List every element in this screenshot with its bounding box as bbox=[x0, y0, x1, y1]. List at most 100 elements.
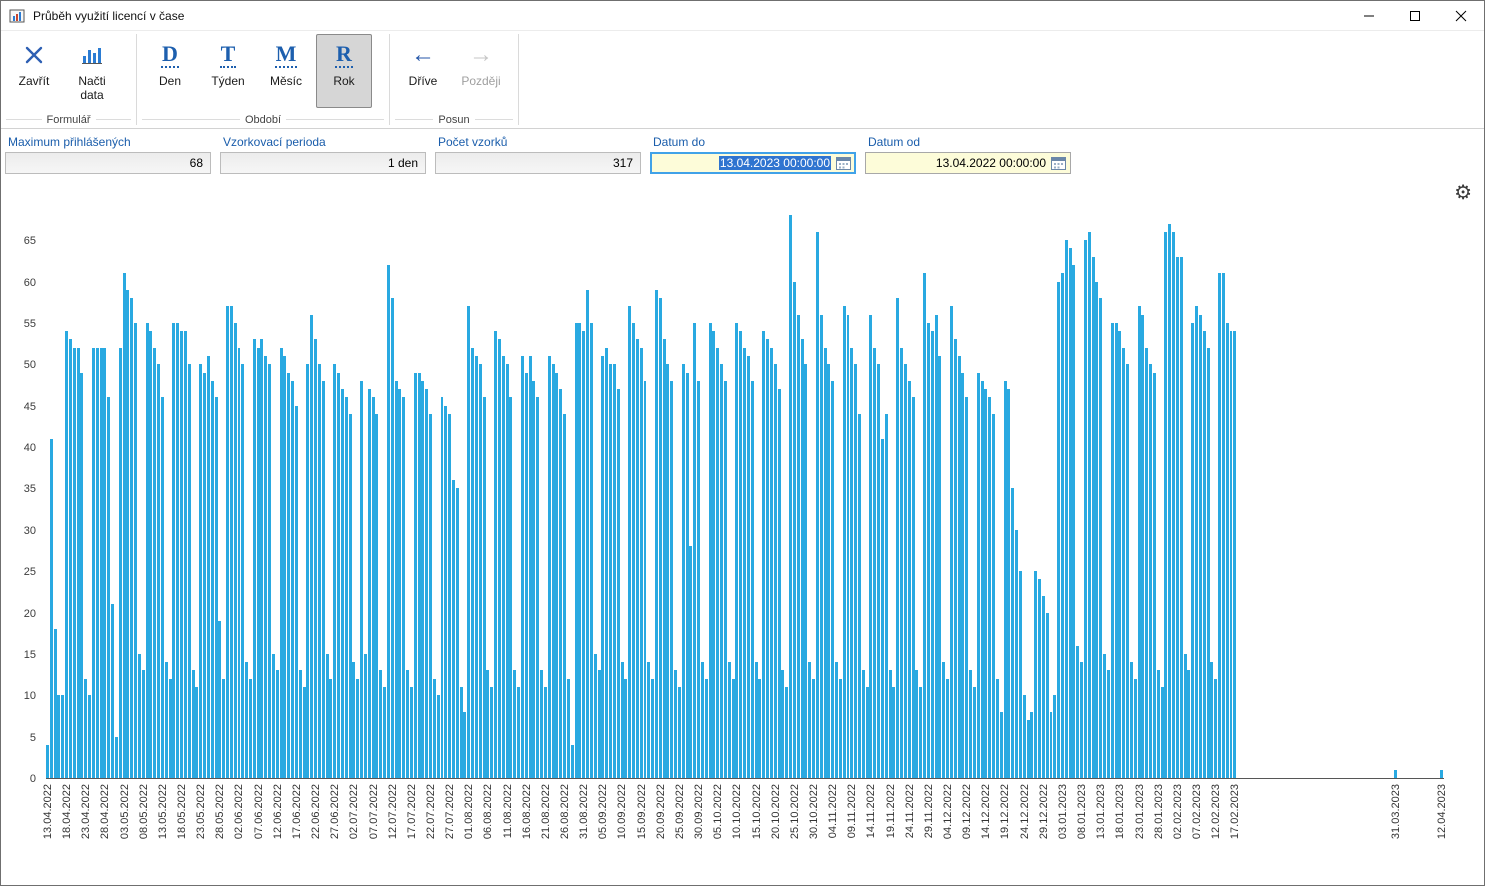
chart-bar bbox=[1164, 231, 1168, 778]
chart-bar bbox=[689, 546, 693, 778]
chart-bar bbox=[746, 356, 750, 778]
x-axis-tick-label: 07.02.2023 bbox=[1191, 784, 1203, 840]
x-axis-tick-label: 25.10.2022 bbox=[788, 784, 801, 840]
chart-bar bbox=[363, 653, 367, 778]
maximize-button[interactable] bbox=[1392, 1, 1438, 30]
period-year-button[interactable]: R Rok bbox=[316, 34, 372, 108]
toolbar-group-posun: ← Dříve → Později Posun bbox=[390, 31, 518, 128]
chart-bar bbox=[616, 389, 620, 778]
chart-bar bbox=[329, 678, 333, 778]
calendar-icon[interactable] bbox=[1050, 155, 1067, 172]
chart-bar bbox=[61, 695, 65, 778]
x-axis-tick-label: 12.06.2022 bbox=[271, 784, 284, 840]
chart-bar bbox=[1440, 769, 1444, 778]
chart-bar bbox=[762, 331, 766, 778]
x-axis-tick-label: 28.04.2022 bbox=[99, 784, 112, 840]
chart-bar bbox=[677, 687, 681, 778]
chart-bar bbox=[356, 678, 360, 778]
earlier-button[interactable]: ← Dříve bbox=[395, 34, 451, 108]
y-axis-tick-label: 60 bbox=[23, 276, 36, 289]
chart-bar bbox=[325, 653, 329, 778]
chart-bar bbox=[275, 670, 279, 778]
chart-bar bbox=[1206, 347, 1210, 778]
field-label: Datum do bbox=[653, 135, 706, 149]
period-week-button[interactable]: T Týden bbox=[200, 34, 256, 108]
chart-bar bbox=[1110, 322, 1114, 778]
chart-bar bbox=[451, 480, 455, 778]
letter-t-icon: T bbox=[219, 40, 237, 68]
chart-bar bbox=[566, 678, 570, 778]
chart-bar bbox=[390, 298, 394, 778]
chart-bar bbox=[903, 364, 907, 778]
x-axis-tick-label: 13.04.2022 bbox=[41, 784, 54, 840]
x-axis-tick-label: 02.02.2023 bbox=[1171, 784, 1184, 840]
chart-bar bbox=[639, 347, 643, 778]
chart-bar bbox=[827, 364, 831, 778]
perioda-value-box: 1 den bbox=[220, 152, 426, 174]
chart-bar bbox=[1187, 670, 1191, 778]
chart-bar bbox=[708, 322, 712, 778]
chart-bar bbox=[1007, 389, 1011, 778]
chart-bar bbox=[386, 264, 390, 778]
app-window: Průběh využití licencí v čase Zavřít Nač… bbox=[0, 0, 1485, 886]
chart-bar bbox=[1030, 711, 1034, 778]
chart-bar bbox=[448, 413, 452, 778]
close-button[interactable] bbox=[1438, 1, 1484, 30]
chart-bar bbox=[953, 339, 957, 778]
x-axis-tick-label: 06.08.2022 bbox=[482, 784, 495, 840]
chart-bar bbox=[540, 670, 544, 778]
chart-bar bbox=[743, 347, 747, 778]
x-axis-tick-label: 31.03.2023 bbox=[1390, 784, 1403, 840]
calendar-icon[interactable] bbox=[835, 155, 852, 172]
chart-bar bbox=[723, 380, 727, 778]
period-month-button[interactable]: M Měsíc bbox=[258, 34, 314, 108]
chart-bar bbox=[1156, 670, 1160, 778]
chart-bar bbox=[1015, 529, 1018, 778]
datum-do-input[interactable]: 13.04.2023 00:00:00 bbox=[650, 152, 856, 174]
chart-bar bbox=[371, 397, 375, 778]
chart-bar bbox=[624, 678, 628, 778]
chart-bar bbox=[1083, 240, 1087, 778]
chart-bar bbox=[455, 488, 459, 778]
chart-bar bbox=[153, 347, 157, 778]
chart-bar bbox=[306, 364, 310, 778]
chart-bar bbox=[429, 413, 432, 778]
chart-bar bbox=[252, 339, 256, 778]
settings-gear-icon[interactable]: ⚙ bbox=[1454, 183, 1472, 203]
period-day-button[interactable]: D Den bbox=[142, 34, 198, 108]
datum-od-input[interactable]: 13.04.2022 00:00:00 bbox=[865, 152, 1071, 174]
chart-bar bbox=[700, 662, 704, 778]
chart-bar bbox=[559, 389, 563, 778]
chart-bar bbox=[930, 331, 934, 778]
window-controls bbox=[1346, 1, 1484, 30]
chart-bar bbox=[467, 306, 471, 778]
chart-bar bbox=[1175, 256, 1179, 778]
chart-bar bbox=[486, 670, 490, 778]
chart-bar bbox=[766, 339, 770, 778]
chart-bar bbox=[264, 356, 268, 778]
chart-bar bbox=[831, 380, 835, 778]
x-axis-tick-label: 31.08.2022 bbox=[578, 784, 591, 840]
chart-bar bbox=[1202, 331, 1206, 778]
load-data-button[interactable]: Načti data bbox=[64, 34, 120, 108]
chart-bar bbox=[1026, 720, 1030, 778]
minimize-button[interactable] bbox=[1346, 1, 1392, 30]
maximum-value-box: 68 bbox=[5, 152, 211, 174]
chart-bar bbox=[988, 397, 992, 778]
title-bar[interactable]: Průběh využití licencí v čase bbox=[1, 1, 1484, 31]
chart-bar bbox=[1045, 612, 1049, 778]
chart-bar bbox=[785, 687, 789, 778]
close-form-button[interactable]: Zavřít bbox=[6, 34, 62, 108]
later-button[interactable]: → Později bbox=[453, 34, 509, 108]
bar-chart-icon bbox=[81, 40, 103, 70]
x-axis-tick-label: 05.10.2022 bbox=[712, 784, 725, 840]
chart-bar bbox=[95, 347, 99, 778]
chart-bar bbox=[919, 687, 923, 778]
chart-bar bbox=[122, 273, 126, 778]
chart-bar bbox=[551, 364, 555, 778]
chart-bar bbox=[524, 372, 528, 778]
chart-bar bbox=[1072, 264, 1076, 778]
field-pocet-vzorku: Počet vzorků 317 bbox=[435, 135, 641, 174]
chart-plot[interactable] bbox=[46, 207, 1444, 779]
chart-bar bbox=[218, 620, 222, 778]
